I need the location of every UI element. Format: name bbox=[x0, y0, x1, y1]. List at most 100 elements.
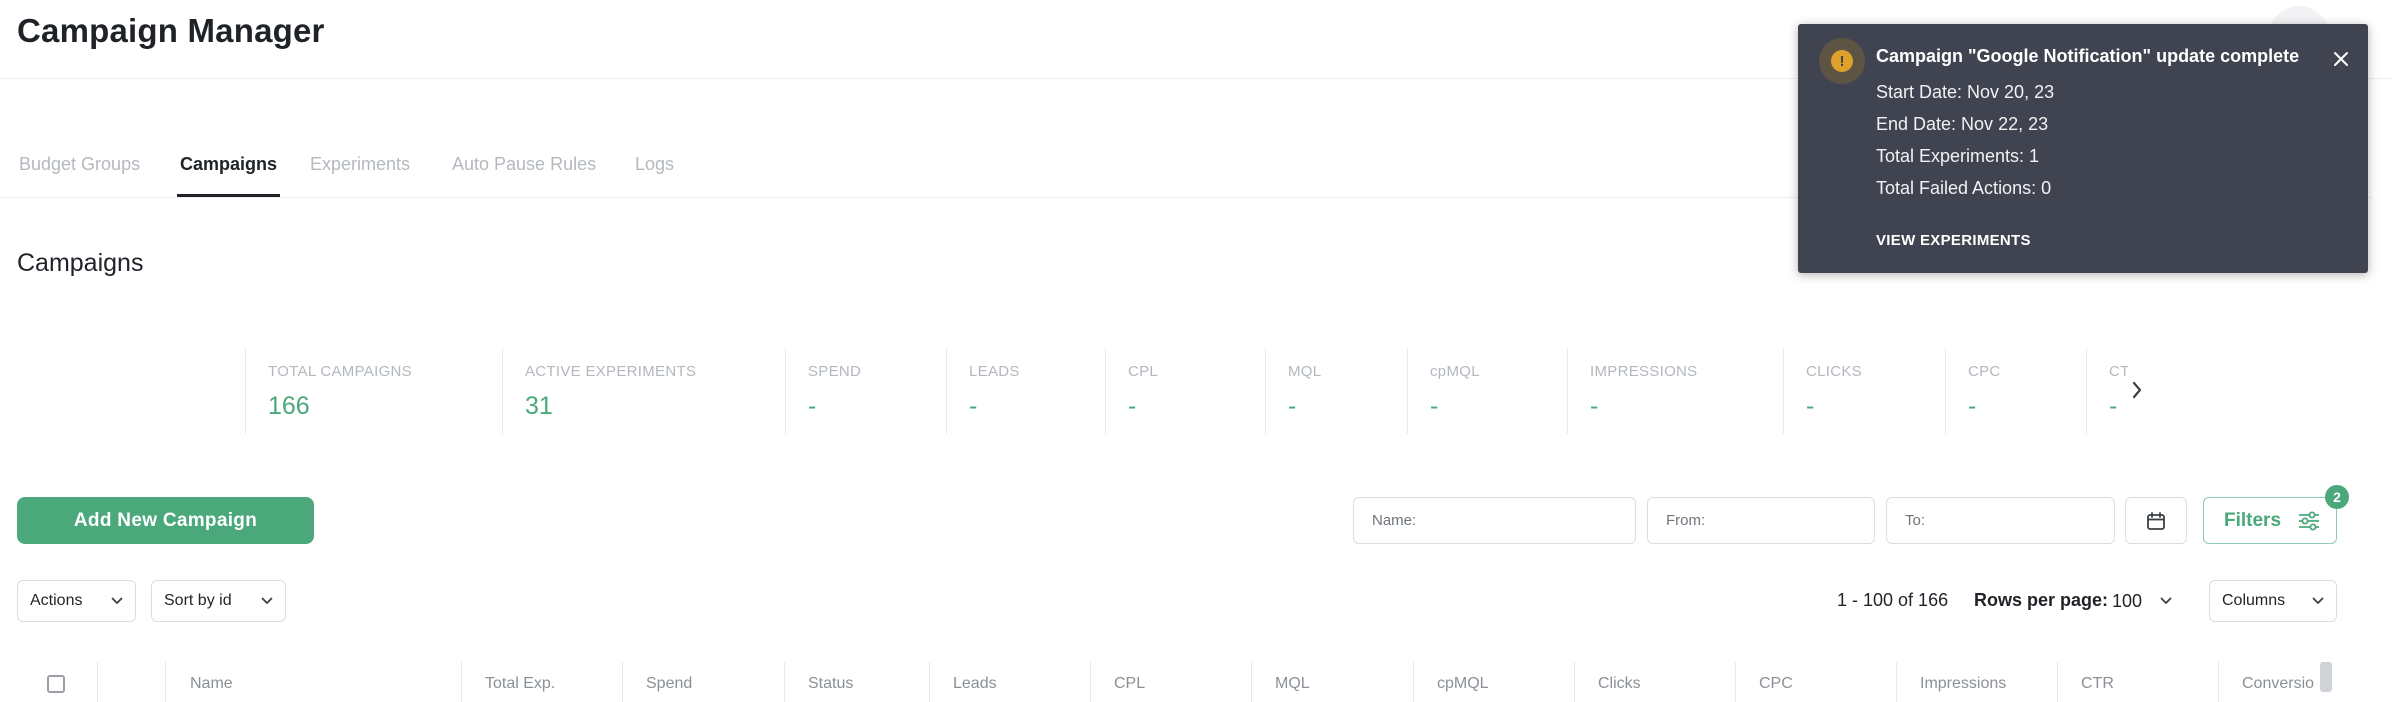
column-header-conversions[interactable]: Conversio bbox=[2242, 675, 2314, 693]
chevron-right-icon bbox=[2132, 381, 2142, 399]
metric-leads: LEADS - bbox=[946, 348, 1106, 434]
pagination-range: 1 - 100 of 166 bbox=[1837, 590, 1949, 610]
metric-value: - bbox=[1288, 392, 1297, 420]
calendar-icon bbox=[2147, 511, 2165, 530]
calendar-button[interactable] bbox=[2125, 497, 2187, 544]
metric-value: - bbox=[969, 392, 978, 420]
column-divider bbox=[1251, 662, 1252, 702]
metric-total-campaigns: TOTAL CAMPAIGNS 166 bbox=[245, 348, 503, 434]
metric-label: ACTIVE EXPERIMENTS bbox=[525, 363, 697, 380]
metric-value: 31 bbox=[525, 392, 553, 420]
tab-auto-pause-rules[interactable]: Auto Pause Rules bbox=[452, 154, 596, 175]
sliders-icon bbox=[2299, 511, 2319, 530]
metrics-next-button[interactable] bbox=[2124, 375, 2150, 405]
tab-budget-groups[interactable]: Budget Groups bbox=[19, 154, 140, 175]
view-experiments-link[interactable]: VIEW EXPERIMENTS bbox=[1876, 232, 2031, 249]
column-header-name[interactable]: Name bbox=[190, 675, 233, 693]
metric-active-experiments: ACTIVE EXPERIMENTS 31 bbox=[502, 348, 786, 434]
sort-label: Sort by id bbox=[164, 592, 232, 609]
column-header-cpl[interactable]: CPL bbox=[1114, 675, 1145, 693]
section-title: Campaigns bbox=[17, 249, 144, 277]
filters-button[interactable]: Filters bbox=[2203, 497, 2337, 544]
metric-label: IMPRESSIONS bbox=[1590, 363, 1698, 380]
table-header: Name Total Exp. Spend Status Leads CPL M… bbox=[0, 658, 2372, 702]
rows-per-page-select[interactable]: 100 bbox=[2112, 583, 2172, 619]
column-header-impressions[interactable]: Impressions bbox=[1920, 675, 2006, 693]
metric-label: MQL bbox=[1288, 363, 1322, 380]
to-date-field bbox=[1886, 497, 2115, 544]
toast-close-button[interactable] bbox=[2330, 48, 2352, 70]
metric-value: - bbox=[808, 392, 817, 420]
chevron-down-icon bbox=[261, 597, 273, 604]
metric-impressions: IMPRESSIONS - bbox=[1567, 348, 1784, 434]
column-divider bbox=[97, 662, 98, 702]
add-new-campaign-button[interactable]: Add New Campaign bbox=[17, 497, 314, 544]
rows-per-page-label: Rows per page: bbox=[1974, 590, 2109, 610]
chevron-down-icon bbox=[2312, 597, 2324, 604]
table-scrollbar[interactable] bbox=[2320, 662, 2332, 692]
chevron-down-icon bbox=[2160, 597, 2172, 604]
toast-end-date: End Date: Nov 22, 23 bbox=[1876, 114, 2049, 134]
column-divider bbox=[461, 662, 462, 702]
select-all-checkbox[interactable] bbox=[47, 675, 65, 693]
filters-count-badge: 2 bbox=[2325, 485, 2349, 509]
metric-mql: MQL - bbox=[1265, 348, 1408, 434]
column-header-ctr[interactable]: CTR bbox=[2081, 675, 2114, 693]
actions-label: Actions bbox=[30, 592, 83, 609]
metric-cpc: CPC - bbox=[1945, 348, 2087, 434]
metric-value: 166 bbox=[268, 392, 310, 420]
metric-label: LEADS bbox=[969, 363, 1020, 380]
name-filter-field bbox=[1353, 497, 1636, 544]
column-divider bbox=[2218, 662, 2219, 702]
from-date-input[interactable] bbox=[1664, 511, 1858, 530]
column-header-clicks[interactable]: Clicks bbox=[1598, 675, 1641, 693]
metric-value: - bbox=[1430, 392, 1439, 420]
metric-label: CLICKS bbox=[1806, 363, 1862, 380]
chevron-down-icon bbox=[111, 597, 123, 604]
toast-start-date: Start Date: Nov 20, 23 bbox=[1876, 82, 2055, 102]
toast-total-experiments: Total Experiments: 1 bbox=[1876, 146, 2040, 166]
column-divider bbox=[1735, 662, 1736, 702]
metric-cpl: CPL - bbox=[1105, 348, 1266, 434]
tab-experiments[interactable]: Experiments bbox=[310, 154, 410, 175]
metric-value: - bbox=[1806, 392, 1815, 420]
notification-toast: ! Campaign "Google Notification" update … bbox=[1798, 24, 2368, 273]
column-header-spend[interactable]: Spend bbox=[646, 675, 692, 693]
toast-title: Campaign "Google Notification" update co… bbox=[1876, 46, 2300, 66]
metric-label: cpMQL bbox=[1430, 363, 1480, 380]
actions-dropdown[interactable]: Actions bbox=[17, 580, 136, 622]
column-header-total-exp[interactable]: Total Exp. bbox=[485, 675, 555, 693]
tab-logs[interactable]: Logs bbox=[635, 154, 674, 175]
metric-label: SPEND bbox=[808, 363, 862, 380]
column-divider bbox=[1413, 662, 1414, 702]
metric-cpmql: cpMQL - bbox=[1407, 348, 1568, 434]
metric-value: - bbox=[1590, 392, 1599, 420]
column-divider bbox=[1574, 662, 1575, 702]
columns-label: Columns bbox=[2222, 592, 2286, 609]
metric-label: TOTAL CAMPAIGNS bbox=[268, 363, 412, 380]
sort-dropdown[interactable]: Sort by id bbox=[151, 580, 286, 622]
column-header-mql[interactable]: MQL bbox=[1275, 675, 1310, 693]
name-filter-input[interactable] bbox=[1370, 511, 1619, 530]
metric-ctr: CT - bbox=[2086, 348, 2128, 434]
column-divider bbox=[784, 662, 785, 702]
column-header-cpc[interactable]: CPC bbox=[1759, 675, 1793, 693]
metric-label: CPC bbox=[1968, 363, 2001, 380]
tab-campaigns[interactable]: Campaigns bbox=[176, 154, 281, 197]
close-icon bbox=[2334, 52, 2348, 66]
from-date-field bbox=[1647, 497, 1875, 544]
column-divider bbox=[1090, 662, 1091, 702]
column-divider bbox=[2057, 662, 2058, 702]
metric-spend: SPEND - bbox=[785, 348, 947, 434]
columns-dropdown[interactable]: Columns bbox=[2209, 580, 2337, 622]
column-divider bbox=[1896, 662, 1897, 702]
filters-label: Filters bbox=[2224, 509, 2282, 531]
column-header-cpmql[interactable]: cpMQL bbox=[1437, 675, 1489, 693]
column-divider bbox=[929, 662, 930, 702]
column-header-leads[interactable]: Leads bbox=[953, 675, 997, 693]
warning-glyph: ! bbox=[1831, 50, 1853, 72]
to-date-input[interactable] bbox=[1903, 511, 2098, 530]
app-title: Campaign Manager bbox=[17, 12, 325, 49]
column-header-status[interactable]: Status bbox=[808, 675, 853, 693]
rows-per-page-value: 100 bbox=[2112, 590, 2143, 611]
